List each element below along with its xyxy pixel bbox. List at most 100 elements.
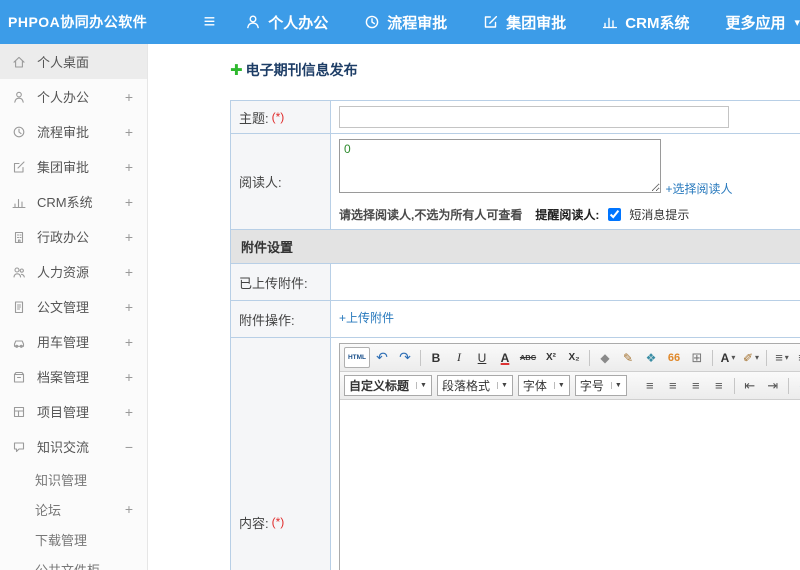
subject-input[interactable] [339,106,729,128]
sidebar-item-human-resources[interactable]: 人力资源 + [0,254,147,289]
page-title-text: 电子期刊信息发布 [245,62,358,78]
required-mark: (*) [271,110,285,124]
subject-label: 主题: (*) [231,101,331,133]
content-row: 内容: (*) HTML ↶ ↷ B I U A ABC X² X₂ ◆ ✎ ❖… [231,338,800,570]
expand-toggle[interactable]: + [121,299,133,315]
sidebar-item-label: 个人办公 [37,90,90,105]
sidebar-subitem-download-management[interactable]: 下载管理 [0,524,147,554]
font-color-button[interactable]: A [717,347,739,368]
align-justify-button[interactable]: ≡ [708,375,730,396]
sidebar-item-knowledge-exchange[interactable]: 知识交流 − [0,429,147,464]
subscript-button[interactable]: X₂ [563,347,585,368]
underline-button[interactable]: U [471,347,493,368]
car-icon [12,335,32,349]
subject-row: 主题: (*) [231,101,800,134]
expand-toggle[interactable]: + [121,264,133,280]
sidebar-item-document-management[interactable]: 公文管理 + [0,289,147,324]
sidebar-item-personal-office[interactable]: 个人办公 + [0,79,147,114]
sidebar-subitem-public-file-cabinet[interactable]: 公共文件柜 [0,554,147,570]
blockquote-button[interactable]: 66 [663,347,685,368]
expand-toggle[interactable]: + [121,159,133,175]
sidebar-subitem-label: 下载管理 [35,532,88,548]
sidebar-item-workflow-approval[interactable]: 流程审批 + [0,114,147,149]
sidebar-item-label: 人力资源 [37,265,90,280]
clock-icon [12,125,32,139]
readers-textarea[interactable]: 0 [339,139,661,193]
readers-hint-line: 请选择阅读人,不选为所有人可查看 提醒阅读人: 短消息提示 [339,205,792,224]
sidebar-item-label: 知识交流 [37,440,90,455]
sidebar-item-project-management[interactable]: 项目管理 + [0,394,147,429]
sms-notify-checkbox[interactable] [608,208,622,221]
source-code-button[interactable]: HTML [344,347,370,368]
nav-workflow-approval[interactable]: 流程审批 [364,12,447,33]
format-brush-button[interactable]: ✎ [617,347,639,368]
clock-icon [364,14,380,30]
table-button[interactable]: ⊞ [686,347,708,368]
bullet-list-button[interactable]: ≡ [771,347,793,368]
sidebar-item-group-approval[interactable]: 集团审批 + [0,149,147,184]
content-label: 内容: (*) [231,338,331,570]
home-icon [12,55,32,69]
expand-toggle[interactable]: + [121,229,133,245]
link-button[interactable]: ∞ [793,375,800,396]
expand-toggle[interactable]: + [121,124,133,140]
sidebar-item-admin-office[interactable]: 行政办公 + [0,219,147,254]
remind-readers-label: 提醒阅读人: [535,208,600,222]
redo-button[interactable]: ↷ [394,347,416,368]
sidebar-item-archive-management[interactable]: 档案管理 + [0,359,147,394]
content-label-text: 内容: [239,515,269,531]
expand-toggle[interactable]: + [121,369,133,385]
sidebar-item-personal-desktop[interactable]: 个人桌面 [0,44,147,79]
font-size-select[interactable]: 字号 [574,375,627,396]
bold-button[interactable]: B [425,347,447,368]
sidebar-subitem-forum[interactable]: 论坛 + [0,494,147,524]
remove-format-button[interactable]: ◆ [594,347,616,368]
forecolor-button[interactable]: A [494,347,516,368]
strikethrough-button[interactable]: ABC [517,347,539,368]
undo-button[interactable]: ↶ [371,347,393,368]
nav-group-approval[interactable]: 集团审批 [483,12,566,33]
nav-more-apps[interactable]: 更多应用 ▾ [725,12,800,33]
heading-select[interactable]: 自定义标题 [344,375,432,396]
attachment-section-header: 附件设置 [231,230,800,264]
outdent-button[interactable]: ⇤ [739,375,761,396]
align-right-button[interactable]: ≡ [685,375,707,396]
upload-attachment-link[interactable]: +上传附件 [339,309,394,326]
paragraph-format-select[interactable]: 段落格式 [436,375,513,396]
sidebar-item-crm-system[interactable]: CRM系统 + [0,184,147,219]
archive-box-icon [12,370,32,384]
expand-toggle[interactable]: + [121,501,133,517]
numbered-list-button[interactable]: ≡ [794,347,800,368]
readers-label: 阅读人: [231,134,331,229]
sidebar-item-label: 集团审批 [37,160,90,175]
bar-chart-icon [602,14,618,30]
sidebar-subitem-label: 论坛 [35,502,62,518]
expand-toggle[interactable]: + [121,89,133,105]
sidebar-item-label: 流程审批 [37,125,90,140]
expand-toggle[interactable]: + [121,194,133,210]
italic-button[interactable]: I [448,347,470,368]
nav-label: 个人办公 [268,14,329,32]
superscript-button[interactable]: X² [540,347,562,368]
expand-toggle[interactable]: + [121,404,133,420]
font-family-select[interactable]: 字体 [517,375,570,396]
editor-toolbar-row2: 自定义标题 段落格式 字体 字号 ≡ ≡ ≡ ≡ ⇤ ⇥ ∞ [340,372,800,400]
readers-label-text: 阅读人: [239,175,282,190]
paste-button[interactable]: ❖ [640,347,662,368]
editor-content-area[interactable] [340,400,800,570]
choose-readers-link[interactable]: +选择阅读人 [665,180,732,197]
expand-toggle[interactable]: + [121,334,133,350]
sidebar-subitem-knowledge-management[interactable]: 知识管理 [0,464,147,494]
sidebar-item-label: 个人桌面 [37,55,90,70]
attachment-operation-label: 附件操作: [231,301,331,337]
collapse-toggle[interactable]: − [121,439,133,455]
nav-personal-office[interactable]: 个人办公 [245,12,328,33]
nav-crm-system[interactable]: CRM系统 [602,12,689,33]
hamburger-menu-icon[interactable]: ≡ [204,12,216,32]
align-center-button[interactable]: ≡ [662,375,684,396]
sidebar-item-vehicle-management[interactable]: 用车管理 + [0,324,147,359]
highlight-color-button[interactable]: ✐ [740,347,762,368]
readers-hint-text: 请选择阅读人,不选为所有人可查看 [339,208,523,222]
indent-button[interactable]: ⇥ [762,375,784,396]
align-left-button[interactable]: ≡ [639,375,661,396]
